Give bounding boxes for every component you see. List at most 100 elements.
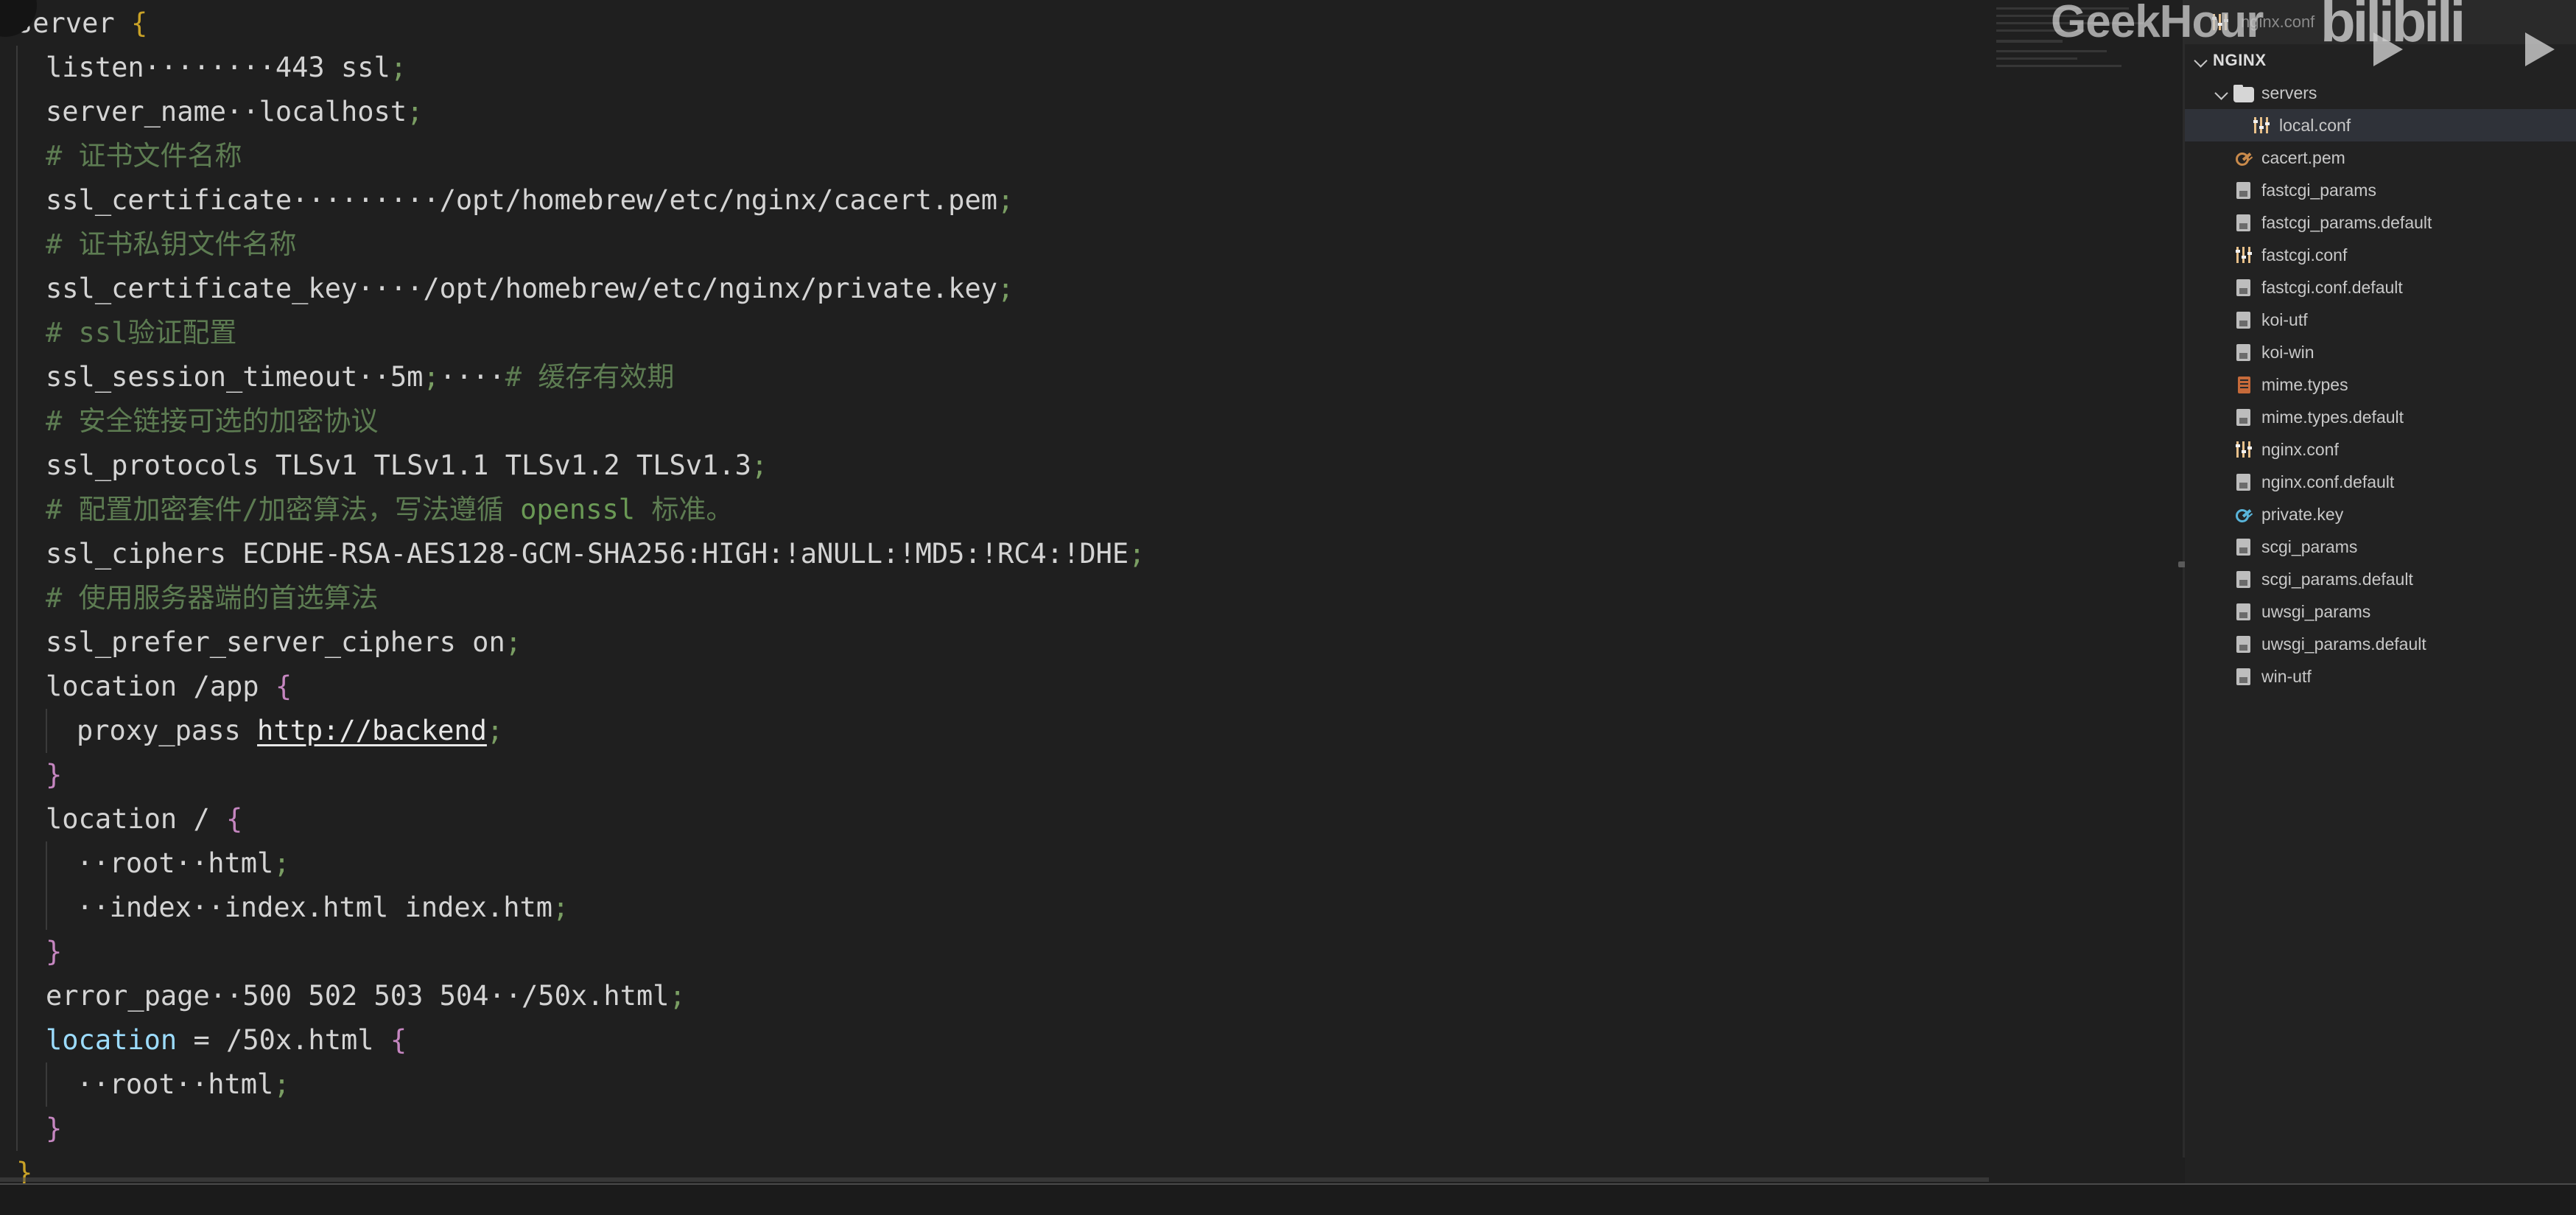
tree-file-row[interactable]: fastcgi.conf xyxy=(2185,239,2576,271)
tree-file-row[interactable]: mime.types.default xyxy=(2185,401,2576,433)
bilibili-play-icon xyxy=(2373,32,2403,66)
code-token: openssl xyxy=(520,494,636,525)
code-token: # 证书文件名称 xyxy=(46,140,242,172)
code-line[interactable]: } xyxy=(0,930,2184,974)
tree-file-row[interactable]: fastcgi_params.default xyxy=(2185,206,2576,239)
horizontal-scrollbar-thumb[interactable] xyxy=(0,1177,1989,1182)
tree-item-label: uwsgi_params.default xyxy=(2261,634,2426,654)
tree-folder-row[interactable]: servers xyxy=(2185,77,2576,109)
code-token: = /50x.html xyxy=(177,1024,390,1056)
code-content[interactable]: server {listen········443 ssl; server_nam… xyxy=(0,0,2184,1195)
code-line[interactable]: ··root··html; xyxy=(0,1062,2184,1107)
tree-file-row[interactable]: fastcgi.conf.default xyxy=(2185,271,2576,304)
code-token: /opt/homebrew/etc/nginx/cacert.pem xyxy=(439,184,998,216)
file-icon xyxy=(2233,212,2254,233)
code-line[interactable]: server_name··localhost; xyxy=(0,90,2184,134)
chevron-down-icon[interactable] xyxy=(2213,84,2231,102)
chevron-down-icon[interactable] xyxy=(2192,52,2210,69)
code-token: { xyxy=(390,1024,407,1056)
code-token: ·· xyxy=(209,980,243,1012)
code-token: # 缓存有效期 xyxy=(505,361,675,393)
code-line[interactable]: ssl_protocols TLSv1 TLSv1.1 TLSv1.2 TLSv… xyxy=(0,444,2184,488)
code-line[interactable]: # 安全链接可选的加密协议 xyxy=(0,399,2184,444)
tree-file-row[interactable]: scgi_params xyxy=(2185,531,2576,563)
code-token: ssl_session_timeout xyxy=(46,361,358,393)
code-line[interactable]: ssl_ciphers ECDHE-RSA-AES128-GCM-SHA256:… xyxy=(0,532,2184,576)
code-token: ssl_certificate xyxy=(46,184,292,216)
code-token: 5m xyxy=(390,361,424,393)
tree-file-row[interactable]: koi-win xyxy=(2185,336,2576,368)
file-icon xyxy=(2233,666,2254,687)
code-line[interactable]: # 证书文件名称 xyxy=(0,134,2184,178)
tree-file-row[interactable]: uwsgi_params.default xyxy=(2185,628,2576,660)
file-icon xyxy=(2233,309,2254,330)
tree-item-label: koi-utf xyxy=(2261,309,2308,329)
key-blue-icon xyxy=(2233,504,2254,525)
code-token: ssl_protocols TLSv1 TLSv1.1 TLSv1.2 TLSv… xyxy=(46,449,751,481)
code-token: location /app xyxy=(46,670,276,702)
tree-file-row[interactable]: local.conf xyxy=(2185,109,2576,141)
code-token: ·· xyxy=(77,892,110,923)
code-token: # 证书私钥文件名称 xyxy=(46,228,297,260)
code-line[interactable]: location /app { xyxy=(0,665,2184,709)
code-token: 500 502 503 504 xyxy=(242,980,489,1012)
tree-file-row[interactable]: scgi_params.default xyxy=(2185,563,2576,595)
code-token: location xyxy=(46,1024,178,1056)
code-line[interactable]: # 配置加密套件/加密算法，写法遵循 openssl 标准。 xyxy=(0,488,2184,532)
tree-file-row[interactable]: win-utf xyxy=(2185,660,2576,693)
code-token: index.html index.htm xyxy=(224,892,553,923)
code-line[interactable]: } xyxy=(0,753,2184,797)
code-token: ·· xyxy=(488,980,522,1012)
code-line[interactable]: listen········443 ssl; xyxy=(0,46,2184,90)
code-token: ; xyxy=(486,715,504,746)
code-line[interactable]: ··root··html; xyxy=(0,841,2184,886)
code-line[interactable]: ··index··index.html index.htm; xyxy=(0,886,2184,930)
code-token: ; xyxy=(997,184,1014,216)
code-line[interactable]: # 使用服务器端的首选算法 xyxy=(0,576,2184,620)
tree-file-row[interactable]: mime.types xyxy=(2185,368,2576,401)
tree-file-row[interactable]: uwsgi_params xyxy=(2185,595,2576,628)
code-line[interactable]: error_page··500 502 503 504··/50x.html; xyxy=(0,974,2184,1018)
code-line[interactable]: ssl_prefer_server_ciphers on; xyxy=(0,620,2184,665)
tree-item-label: koi-win xyxy=(2261,342,2314,362)
code-line[interactable]: location = /50x.html { xyxy=(0,1018,2184,1062)
tree-file-row[interactable]: nginx.conf.default xyxy=(2185,466,2576,498)
tree-file-row[interactable]: koi-utf xyxy=(2185,304,2576,336)
code-line[interactable]: ssl_certificate_key····/opt/homebrew/etc… xyxy=(0,267,2184,311)
code-token: ; xyxy=(997,273,1014,304)
code-token: location / xyxy=(46,803,227,835)
code-token: html xyxy=(208,847,274,879)
code-token: ; xyxy=(273,1068,290,1100)
code-line[interactable]: } xyxy=(0,1107,2184,1151)
code-line[interactable]: # 证书私钥文件名称 xyxy=(0,223,2184,267)
code-editor[interactable]: server {listen········443 ssl; server_nam… xyxy=(0,0,2184,1215)
code-token: ; xyxy=(1129,538,1145,570)
code-token: } xyxy=(46,936,63,967)
tree-file-row[interactable]: private.key xyxy=(2185,498,2576,531)
tree-item-label: mime.types.default xyxy=(2261,407,2404,427)
nginx-conf-icon xyxy=(2233,245,2254,265)
code-token: localhost xyxy=(259,96,407,127)
code-line[interactable]: location / { xyxy=(0,797,2184,841)
code-line[interactable]: # ssl验证配置 xyxy=(0,311,2184,355)
tree-item-label: mime.types xyxy=(2261,374,2348,394)
code-token[interactable]: http://backend xyxy=(257,715,487,746)
tab-nginx-conf-label[interactable]: nginx.conf xyxy=(2241,0,2314,44)
code-line[interactable]: ssl_certificate·········/opt/homebrew/et… xyxy=(0,178,2184,223)
file-explorer-sidebar[interactable]: nginx.conf NGINX servers local.conf cacert.… xyxy=(2185,0,2576,1183)
code-token: # ssl验证配置 xyxy=(46,317,237,349)
tree-file-row[interactable]: cacert.pem xyxy=(2185,141,2576,174)
code-line[interactable]: server { xyxy=(0,1,2184,46)
tree-file-row[interactable]: fastcgi_params xyxy=(2185,174,2576,206)
code-token: ; xyxy=(751,449,768,481)
code-token: # 安全链接可选的加密协议 xyxy=(46,405,379,437)
bilibili-play-icon-2 xyxy=(2525,32,2555,66)
tree-item-label: fastcgi_params.default xyxy=(2261,212,2432,232)
tree-file-row[interactable]: nginx.conf xyxy=(2185,433,2576,466)
code-token: # 配置加密套件/加密算法，写法遵循 xyxy=(46,494,521,525)
code-token: ; xyxy=(505,626,522,658)
code-line[interactable]: ssl_session_timeout··5m;····# 缓存有效期 xyxy=(0,355,2184,399)
file-tree[interactable]: NGINX servers local.conf cacert.pem fastcgi_… xyxy=(2185,44,2576,693)
code-line[interactable]: proxy_pass http://backend; xyxy=(0,709,2184,753)
tree-item-label: local.conf xyxy=(2279,115,2351,135)
